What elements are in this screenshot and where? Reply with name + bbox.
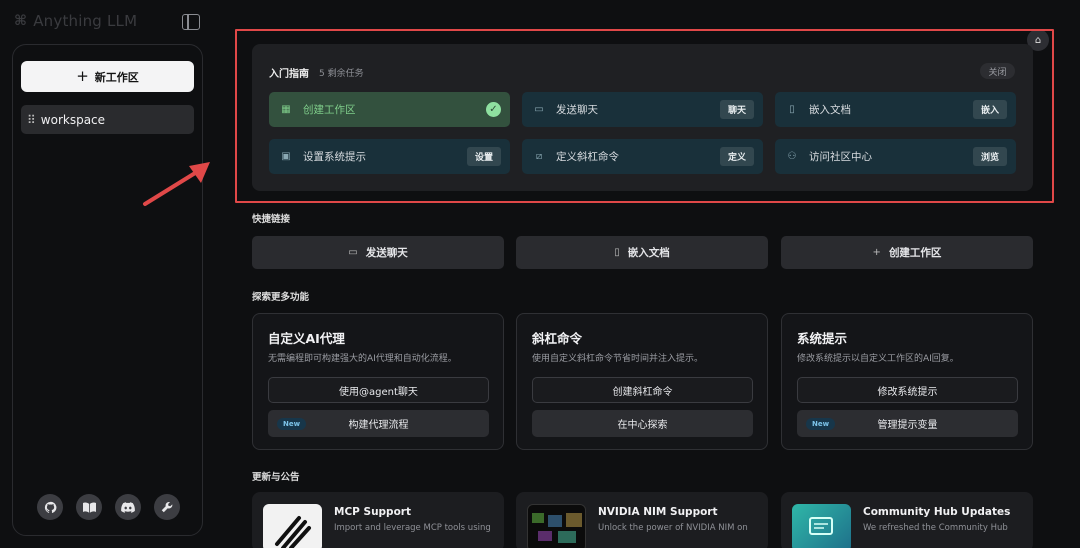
explore-card-system-prompt: 系统提示 修改系统提示以自定义工作区的AI回复。 修改系统提示 New 管理提示… [781, 313, 1033, 450]
plus-icon: + [76, 67, 89, 85]
book-icon[interactable] [76, 494, 102, 520]
chat-icon: ▭ [348, 247, 358, 258]
card-title: 斜杠命令 [532, 331, 583, 346]
logo-mark-icon: ⌘ [14, 13, 28, 29]
card-description: 使用自定义斜杠命令节省时间并注入提示。 [532, 354, 704, 364]
github-icon[interactable] [37, 494, 63, 520]
update-card-mcp[interactable]: MCP Support Import and leverage MCP tool… [252, 492, 504, 548]
app-logo: ⌘ Anything LLM [14, 12, 137, 30]
community-hub-thumbnail-icon [792, 504, 851, 548]
update-description: Unlock the power of NVIDIA NIM on [598, 523, 748, 533]
explore-hub-button[interactable]: 在中心探索 [532, 410, 753, 437]
manage-prompt-variables-button[interactable]: New 管理提示变量 [797, 410, 1018, 437]
new-workspace-label: 新工作区 [94, 70, 139, 84]
card-title: 自定义AI代理 [268, 331, 345, 346]
update-card-nvidia-nim[interactable]: NVIDIA NIM Support Unlock the power of N… [516, 492, 768, 548]
updates-title: 更新与公告 [252, 472, 300, 483]
card-description: 无需编程即可构建强大的AI代理和自动化流程。 [268, 354, 457, 364]
update-title: Community Hub Updates [863, 506, 1011, 518]
quick-link-send-chat[interactable]: ▭ 发送聊天 [252, 236, 504, 269]
quick-links-title: 快捷链接 [252, 214, 291, 225]
workspace-name: workspace [40, 112, 106, 127]
update-card-community-hub[interactable]: Community Hub Updates We refreshed the C… [781, 492, 1033, 548]
create-slash-command-button[interactable]: 创建斜杠命令 [532, 377, 753, 403]
update-description: Import and leverage MCP tools using [334, 523, 491, 533]
annotation-highlight-box [235, 29, 1054, 203]
button-label: 管理提示变量 [877, 420, 938, 431]
wrench-icon[interactable] [154, 494, 180, 520]
plus-icon: + [872, 247, 881, 258]
card-title: 系统提示 [797, 331, 848, 346]
mcp-logo-icon [263, 504, 322, 548]
discord-icon[interactable] [115, 494, 141, 520]
new-badge: New [806, 418, 836, 430]
explore-card-slash-commands: 斜杠命令 使用自定义斜杠命令节省时间并注入提示。 创建斜杠命令 在中心探索 [516, 313, 768, 450]
button-label: 构建代理流程 [348, 420, 409, 431]
quick-link-embed-document[interactable]: ▯ 嵌入文档 [516, 236, 768, 269]
explore-card-ai-agent: 自定义AI代理 无需编程即可构建强大的AI代理和自动化流程。 使用@agent聊… [252, 313, 504, 450]
quick-link-create-workspace[interactable]: + 创建工作区 [781, 236, 1033, 269]
agent-chat-button[interactable]: 使用@agent聊天 [268, 377, 489, 403]
update-title: MCP Support [334, 506, 411, 518]
new-badge: New [277, 418, 307, 430]
build-agent-flow-button[interactable]: New 构建代理流程 [268, 410, 489, 437]
explore-title: 探索更多功能 [252, 292, 310, 303]
nvidia-nim-thumbnail-icon [527, 504, 586, 548]
update-description: We refreshed the Community Hub [863, 523, 1008, 533]
new-workspace-button[interactable]: + 新工作区 [21, 61, 194, 92]
annotation-arrow-icon [143, 162, 210, 206]
quick-link-label: 发送聊天 [365, 247, 408, 259]
update-title: NVIDIA NIM Support [598, 506, 718, 518]
sidebar-toggle-icon[interactable] [182, 14, 200, 30]
quick-link-label: 创建工作区 [888, 247, 942, 259]
document-icon: ▯ [614, 247, 620, 258]
edit-system-prompt-button[interactable]: 修改系统提示 [797, 377, 1018, 403]
quick-link-label: 嵌入文档 [627, 247, 670, 259]
logo-text: Anything LLM [33, 12, 138, 30]
sidebar-item-workspace[interactable]: ⠿ workspace [21, 105, 194, 134]
sidebar-footer [37, 494, 180, 520]
drag-handle-icon[interactable]: ⠿ [27, 113, 36, 127]
card-description: 修改系统提示以自定义工作区的AI回复。 [797, 354, 959, 364]
